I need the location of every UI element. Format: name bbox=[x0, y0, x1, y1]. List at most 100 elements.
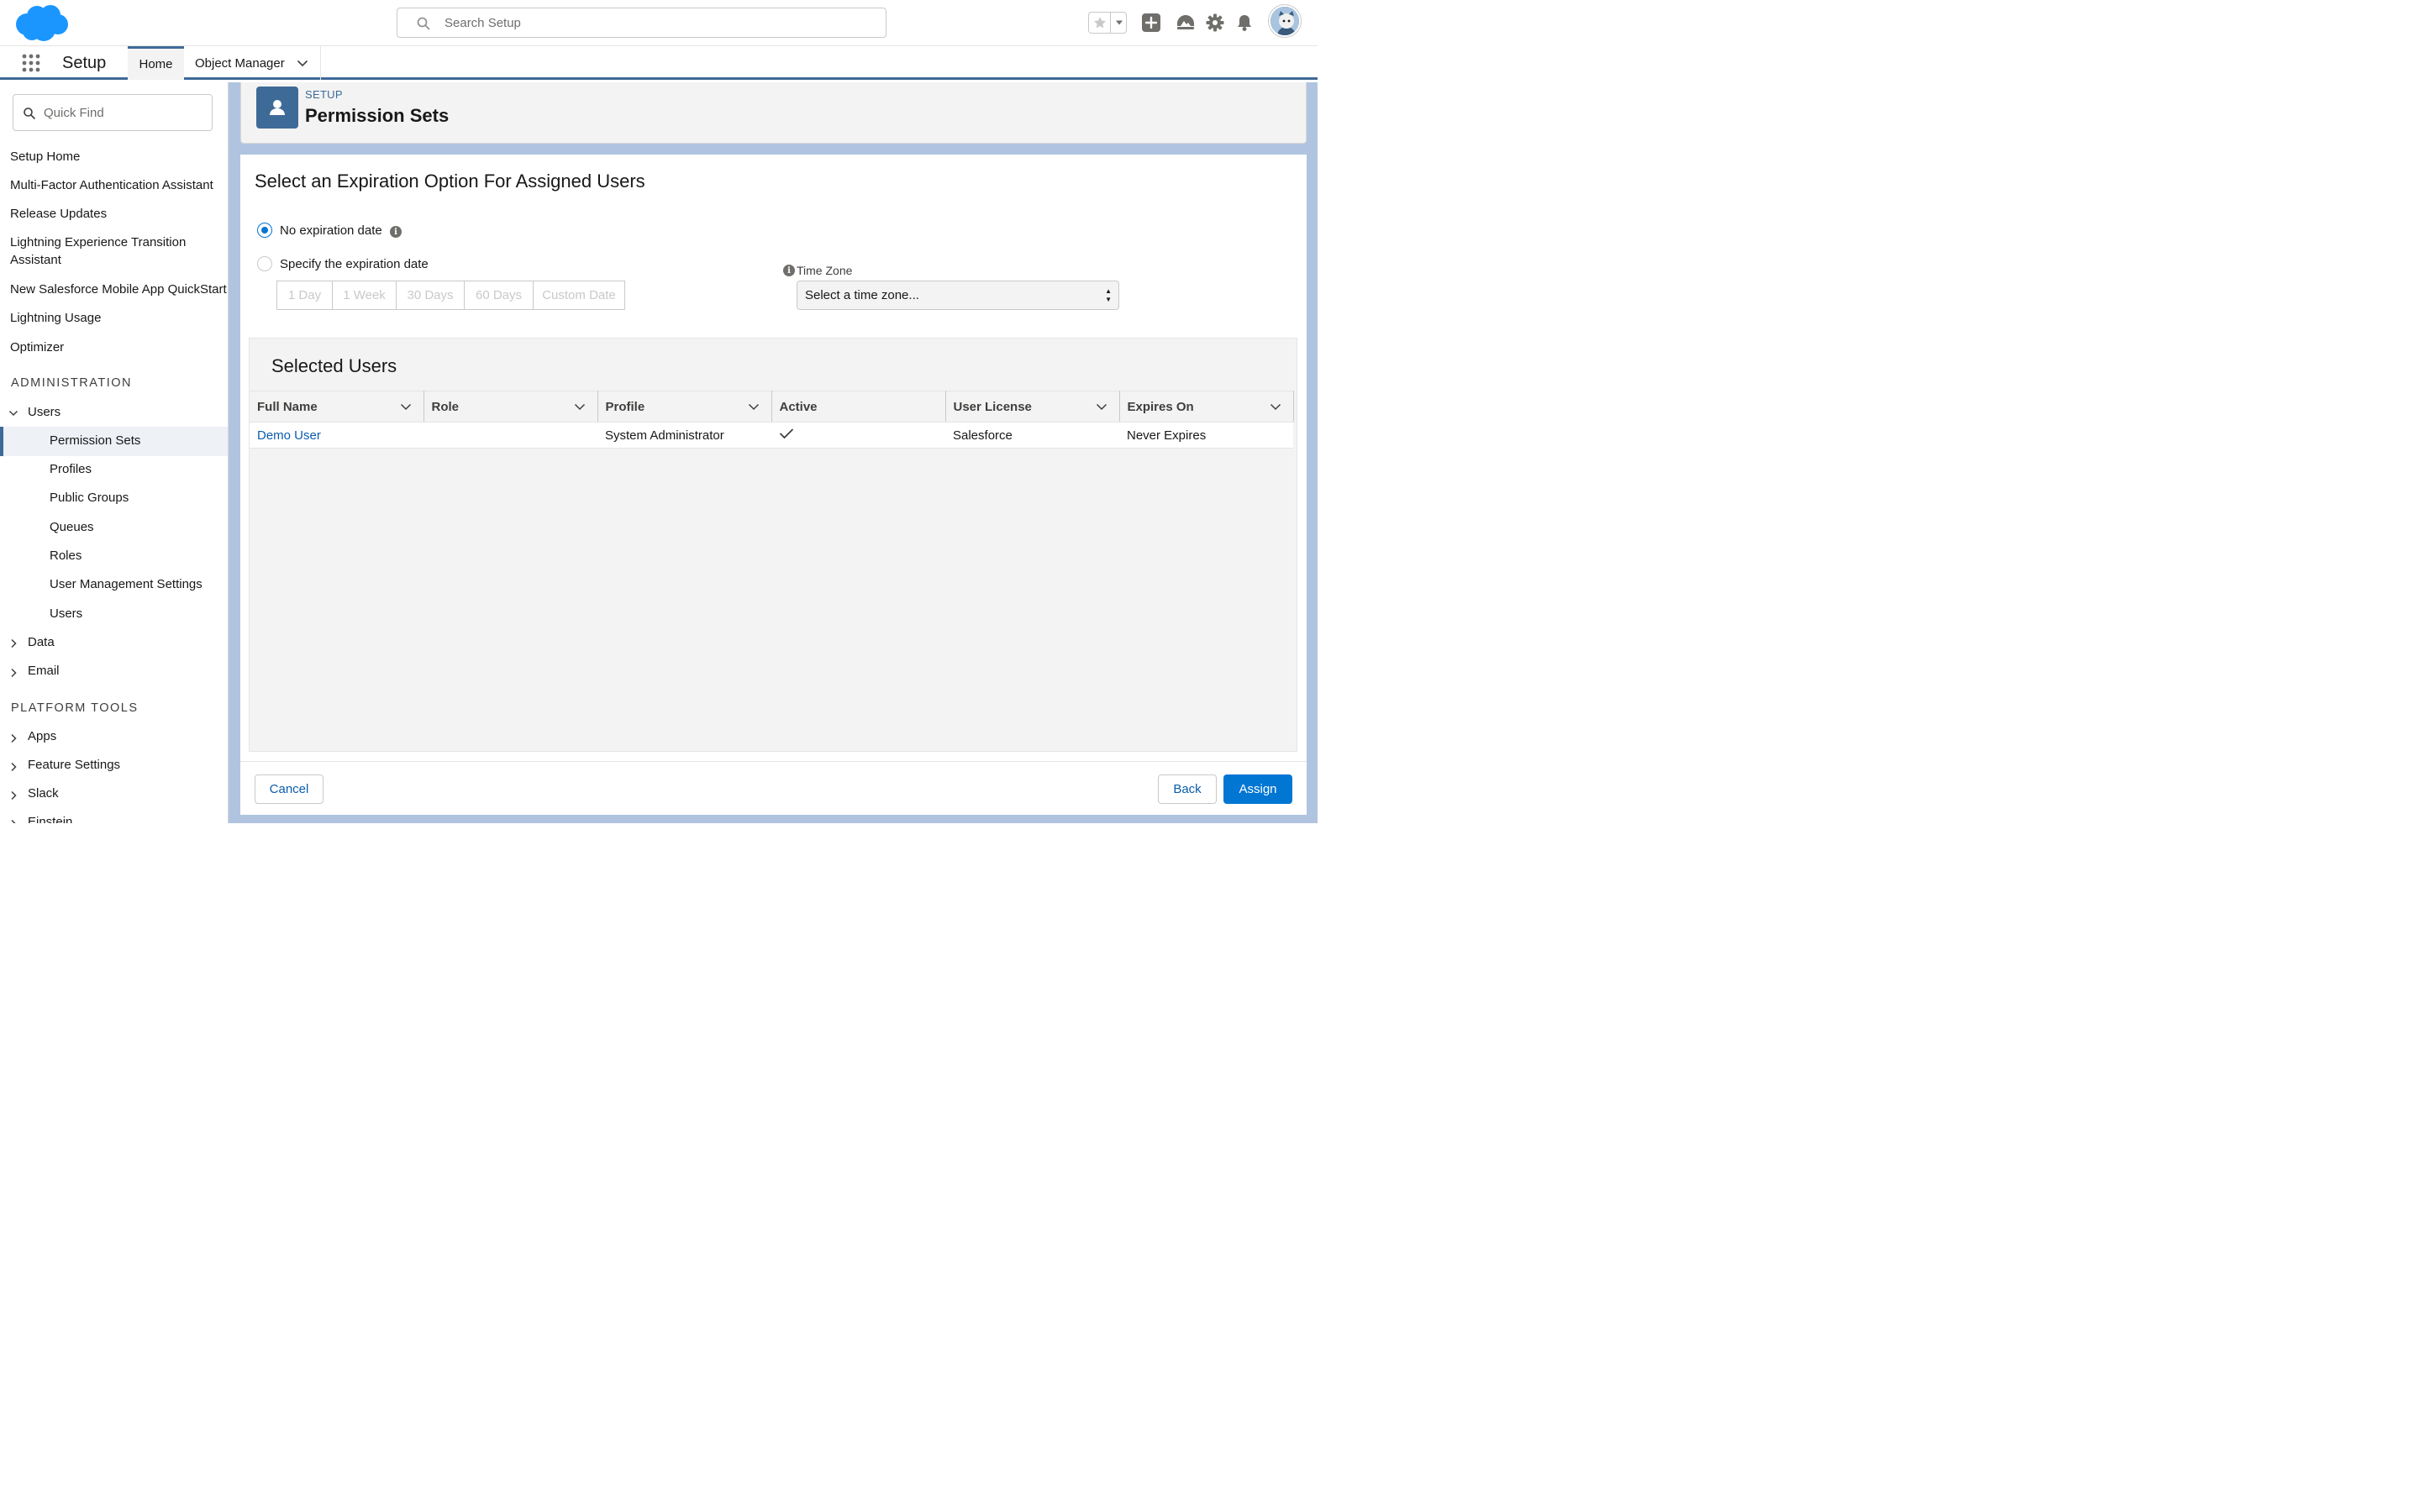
setup-search-input[interactable]: Search Setup bbox=[397, 8, 886, 38]
column-header-full-name[interactable]: Full Name bbox=[250, 391, 424, 423]
column-header-active[interactable]: Active bbox=[771, 391, 946, 423]
column-header-expires-on[interactable]: Expires On bbox=[1119, 391, 1294, 423]
cancel-button[interactable]: Cancel bbox=[255, 774, 324, 804]
tab-object-manager[interactable]: Object Manager bbox=[184, 46, 321, 80]
timezone-label: Time Zone bbox=[797, 264, 853, 277]
duration-button-group: 1 Day 1 Week 30 Days 60 Days Custom Date bbox=[276, 281, 625, 310]
sidebar-item-release-updates[interactable]: Release Updates bbox=[10, 205, 107, 223]
back-button[interactable]: Back bbox=[1158, 774, 1217, 804]
duration-60-days-button[interactable]: 60 Days bbox=[464, 281, 534, 310]
sidebar-item-mfa-assistant[interactable]: Multi-Factor Authentication Assistant bbox=[10, 176, 213, 194]
chevron-down-icon[interactable] bbox=[574, 402, 586, 412]
duration-custom-date-button[interactable]: Custom Date bbox=[533, 281, 625, 310]
info-icon[interactable]: i bbox=[783, 265, 795, 276]
column-header-label: Active bbox=[779, 399, 818, 414]
chevron-down-icon[interactable] bbox=[1270, 402, 1281, 412]
favorites-dropdown-icon[interactable] bbox=[1112, 13, 1127, 33]
setup-sidebar: Quick Find Setup Home Multi-Factor Authe… bbox=[0, 82, 229, 823]
chevron-down-icon[interactable] bbox=[297, 58, 308, 68]
chevron-down-icon[interactable] bbox=[8, 408, 18, 418]
duration-1-day-button[interactable]: 1 Day bbox=[276, 281, 333, 310]
selected-users-panel: Selected Users Full Name Role Profile Ac… bbox=[249, 338, 1297, 752]
context-nav-bar: Setup Home Object Manager bbox=[0, 46, 1318, 80]
sidebar-item-lightning-transition[interactable]: Lightning Experience Transition Assistan… bbox=[10, 234, 212, 269]
salesforce-logo[interactable] bbox=[13, 4, 69, 43]
column-header-label: Profile bbox=[605, 399, 645, 414]
timezone-value: Select a time zone... bbox=[805, 288, 919, 302]
sidebar-item-apps[interactable]: Apps bbox=[28, 729, 56, 743]
duration-30-days-button[interactable]: 30 Days bbox=[396, 281, 465, 310]
specify-expiration-label: Specify the expiration date bbox=[280, 257, 429, 271]
column-header-profile[interactable]: Profile bbox=[597, 391, 772, 423]
chevron-right-icon[interactable] bbox=[8, 733, 18, 743]
sidebar-item-data[interactable]: Data bbox=[28, 635, 55, 649]
chevron-right-icon[interactable] bbox=[8, 668, 18, 678]
select-arrows-icon: ▲ ▼ bbox=[1105, 287, 1112, 303]
quick-find-placeholder: Quick Find bbox=[44, 106, 104, 120]
chevron-right-icon[interactable] bbox=[8, 819, 18, 823]
global-actions-icon[interactable] bbox=[1140, 12, 1162, 34]
chevron-down-icon[interactable] bbox=[1096, 402, 1107, 412]
column-header-label: Expires On bbox=[1127, 399, 1194, 414]
tab-home[interactable]: Home bbox=[128, 46, 184, 80]
info-icon[interactable]: i bbox=[390, 226, 402, 238]
search-placeholder: Search Setup bbox=[445, 16, 521, 30]
column-header-role[interactable]: Role bbox=[424, 391, 598, 423]
specify-expiration-radio[interactable] bbox=[257, 256, 272, 271]
page-title: Permission Sets bbox=[305, 105, 450, 126]
column-header-user-license[interactable]: User License bbox=[945, 391, 1120, 423]
sidebar-item-setup-home[interactable]: Setup Home bbox=[10, 148, 80, 165]
user-link[interactable]: Demo User bbox=[257, 428, 321, 443]
sidebar-item-email[interactable]: Email bbox=[28, 664, 60, 678]
sidebar-item-permission-sets[interactable]: Permission Sets bbox=[50, 433, 140, 448]
setup-gear-icon[interactable] bbox=[1204, 12, 1226, 34]
notifications-bell-icon[interactable] bbox=[1234, 12, 1255, 34]
column-header-label: User License bbox=[953, 399, 1032, 414]
chevron-right-icon[interactable] bbox=[8, 638, 18, 648]
permission-set-icon bbox=[256, 87, 298, 129]
chevron-down-icon[interactable] bbox=[400, 402, 412, 412]
sidebar-item-mobile-quickstart[interactable]: New Salesforce Mobile App QuickStart bbox=[10, 281, 227, 298]
chevron-down-icon[interactable] bbox=[748, 402, 760, 412]
search-icon bbox=[417, 17, 430, 30]
sidebar-item-feature-settings[interactable]: Feature Settings bbox=[28, 758, 120, 772]
duration-1-week-button[interactable]: 1 Week bbox=[332, 281, 397, 310]
checkmark-icon bbox=[779, 428, 794, 439]
table-row: Demo User System Administrator Salesforc… bbox=[250, 422, 1293, 449]
sidebar-item-einstein[interactable]: Einstein bbox=[28, 815, 72, 823]
sidebar-item-optimizer[interactable]: Optimizer bbox=[10, 339, 64, 356]
sidebar-item-public-groups[interactable]: Public Groups bbox=[50, 491, 129, 505]
tab-object-manager-label: Object Manager bbox=[195, 55, 285, 71]
sidebar-item-queues[interactable]: Queues bbox=[50, 520, 94, 534]
column-header-label: Full Name bbox=[257, 399, 318, 414]
global-header: Search Setup bbox=[0, 0, 1318, 46]
page-header: SETUP Permission Sets bbox=[240, 82, 1307, 144]
chevron-right-icon[interactable] bbox=[8, 762, 18, 772]
selected-users-title: Selected Users bbox=[271, 355, 397, 376]
sidebar-item-users-group[interactable]: Users bbox=[28, 405, 60, 419]
favorites-star-icon[interactable] bbox=[1089, 13, 1111, 33]
sidebar-item-user-management-settings[interactable]: User Management Settings bbox=[50, 577, 203, 591]
timezone-select[interactable]: Select a time zone... ▲ ▼ bbox=[797, 281, 1119, 310]
no-expiration-radio[interactable] bbox=[257, 223, 272, 238]
sidebar-item-slack[interactable]: Slack bbox=[28, 786, 59, 801]
chevron-right-icon[interactable] bbox=[8, 790, 18, 801]
cell-user-license: Salesforce bbox=[945, 422, 1119, 449]
expiration-heading: Select an Expiration Option For Assigned… bbox=[255, 171, 645, 192]
sidebar-item-roles[interactable]: Roles bbox=[50, 549, 82, 563]
app-launcher-icon[interactable] bbox=[22, 54, 40, 72]
sidebar-item-lightning-usage[interactable]: Lightning Usage bbox=[10, 309, 101, 327]
trailhead-icon[interactable] bbox=[1175, 12, 1197, 34]
page-supertitle: SETUP bbox=[305, 88, 343, 101]
assign-button[interactable]: Assign bbox=[1223, 774, 1292, 804]
app-name: Setup bbox=[62, 54, 107, 72]
sidebar-item-users[interactable]: Users bbox=[50, 606, 82, 621]
modal-footer: Cancel Back Assign bbox=[240, 761, 1307, 815]
user-avatar[interactable] bbox=[1269, 5, 1301, 37]
selected-users-table: Full Name Role Profile Active User Licen… bbox=[250, 391, 1294, 449]
table-header-row: Full Name Role Profile Active User Licen… bbox=[250, 391, 1294, 423]
sidebar-item-profiles[interactable]: Profiles bbox=[50, 462, 92, 476]
quick-find-input[interactable]: Quick Find bbox=[13, 94, 213, 131]
column-header-label: Role bbox=[431, 399, 460, 414]
sidebar-section-administration: ADMINISTRATION bbox=[11, 376, 132, 390]
